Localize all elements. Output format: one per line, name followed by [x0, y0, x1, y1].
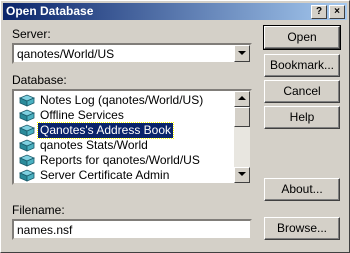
database-icon [19, 109, 35, 122]
dialog-title: Open Database [6, 4, 94, 18]
database-icon [19, 94, 35, 107]
database-icon [19, 169, 35, 182]
database-list-item[interactable]: Offline Services [17, 108, 235, 123]
chevron-down-icon [238, 51, 246, 55]
bookmark-button[interactable]: Bookmark... [264, 54, 340, 77]
database-list-scrollbar[interactable] [234, 91, 250, 183]
database-icon [19, 154, 35, 167]
help-title-button[interactable]: ? [311, 5, 327, 19]
open-database-dialog: Open Database ? × Server: qanotes/World/… [0, 0, 350, 253]
database-list-item[interactable]: Qanotes's Address Book [17, 122, 235, 139]
scroll-thumb[interactable] [234, 107, 250, 127]
scroll-up-button[interactable] [234, 91, 250, 107]
title-bar[interactable]: Open Database ? × [3, 3, 347, 20]
server-value: qanotes/World/US [17, 47, 115, 61]
database-item-label: Server Certificate Admin [40, 168, 170, 182]
database-list-item[interactable]: Reports for qanotes/World/US [17, 153, 235, 168]
database-list-item[interactable]: Notes Log (qanotes/World/US) [17, 93, 235, 108]
close-button[interactable]: × [329, 5, 345, 19]
database-icon [19, 124, 35, 137]
about-button[interactable]: About... [264, 178, 340, 201]
database-item-label: Notes Log (qanotes/World/US) [40, 93, 204, 107]
filename-label: Filename: [12, 203, 65, 217]
open-button[interactable]: Open [263, 25, 341, 50]
database-list-item[interactable]: qanotes Stats/World [17, 138, 235, 153]
help-button[interactable]: Help [264, 106, 340, 129]
server-combobox[interactable]: qanotes/World/US [12, 43, 252, 64]
cancel-button[interactable]: Cancel [264, 80, 340, 103]
filename-value: names.nsf [17, 223, 73, 237]
arrow-down-icon [238, 172, 246, 176]
server-dropdown-button[interactable] [234, 45, 250, 62]
database-list[interactable]: Notes Log (qanotes/World/US) Offline Serv… [12, 89, 252, 185]
database-icon [19, 139, 35, 152]
database-label: Database: [12, 73, 67, 87]
arrow-up-icon [238, 96, 246, 100]
server-label: Server: [12, 27, 51, 41]
database-item-label: Qanotes's Address Book [36, 122, 175, 139]
database-item-label: qanotes Stats/World [40, 138, 148, 152]
scroll-down-button[interactable] [234, 167, 250, 183]
browse-button[interactable]: Browse... [264, 217, 340, 240]
filename-input[interactable]: names.nsf [12, 219, 252, 240]
database-list-item[interactable]: Server Certificate Admin [17, 168, 235, 183]
database-item-label: Reports for qanotes/World/US [40, 153, 200, 167]
database-item-label: Offline Services [40, 108, 124, 122]
